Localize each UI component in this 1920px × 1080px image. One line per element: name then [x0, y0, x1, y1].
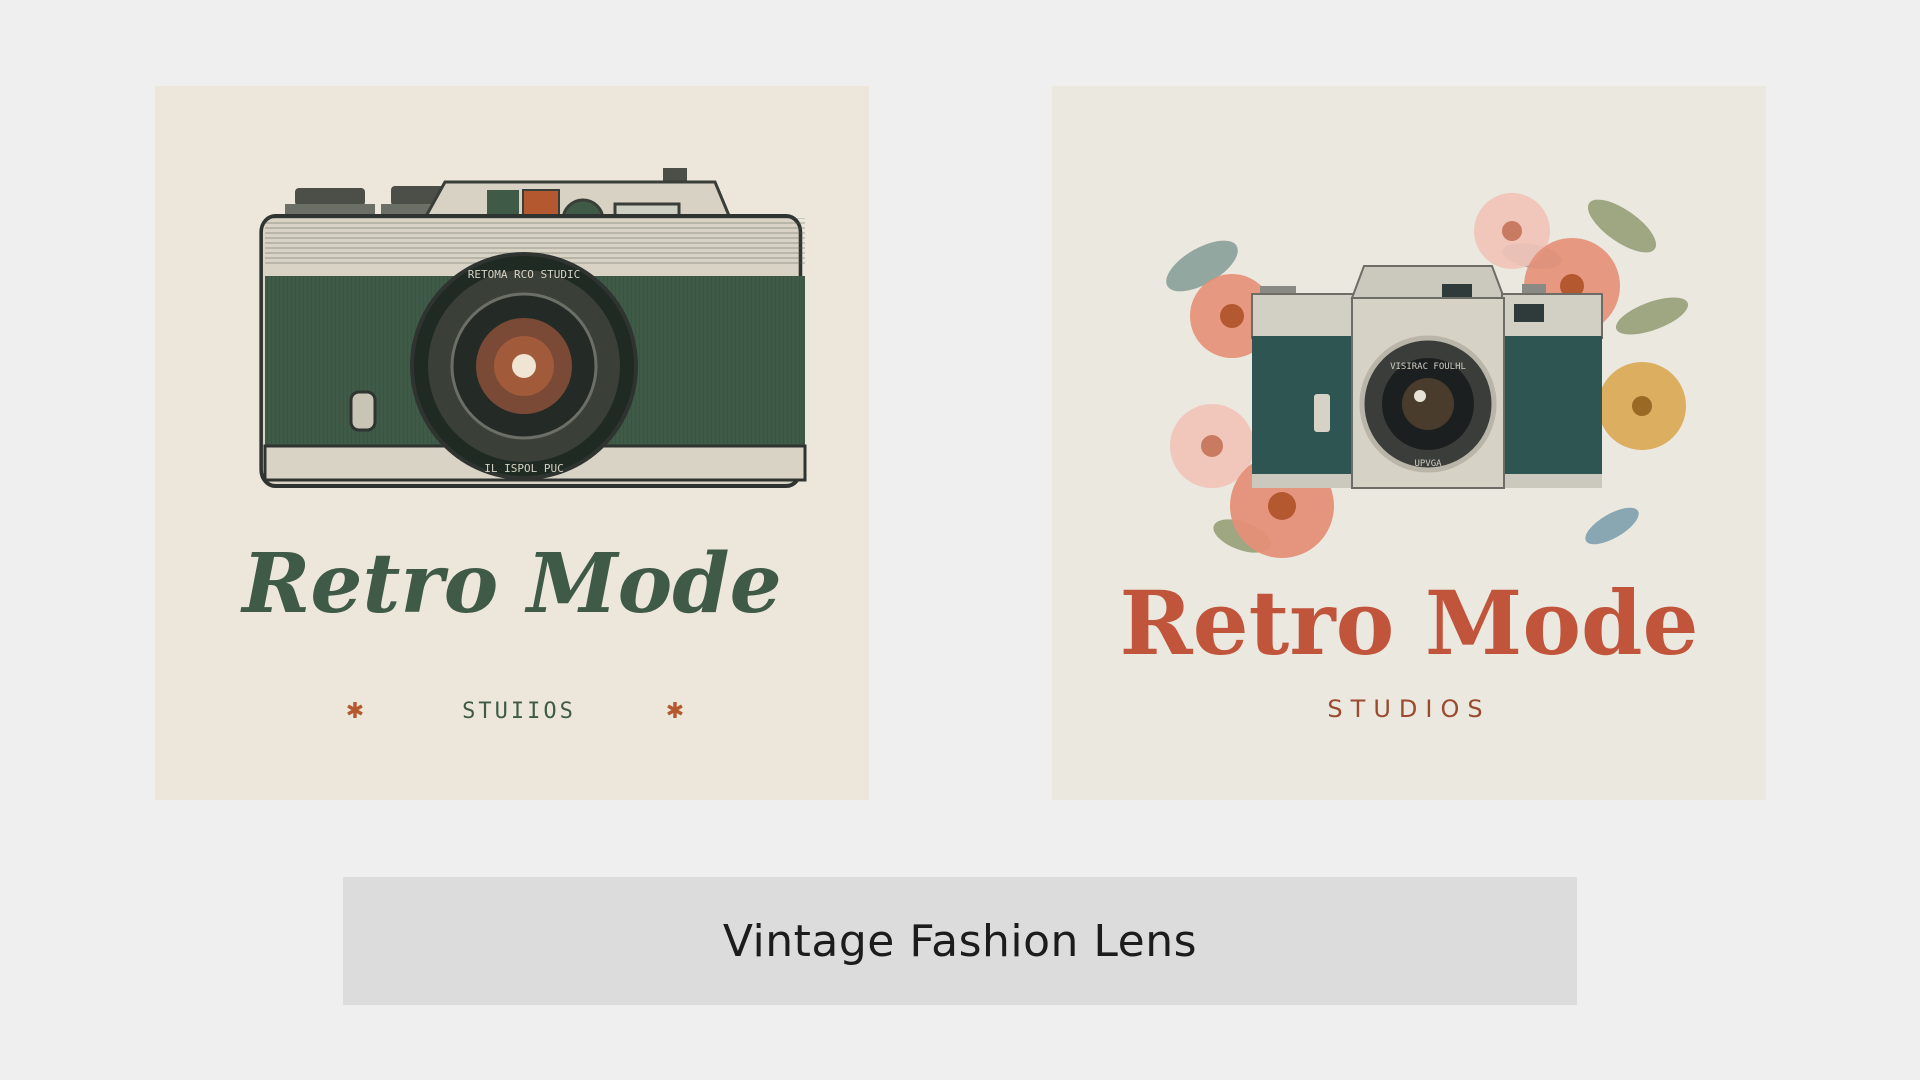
asterisk-left-icon: ✱ [346, 699, 364, 724]
logo-panel-floral: VISIRAC FOULHL UPVGA Retro Mode STUDIOS [1052, 86, 1766, 800]
camera-icon [1251, 265, 1603, 489]
logo-title-serif: Retro Mode [1119, 571, 1698, 675]
lens-ring-top-text: RETOMA RCO STUDIC [468, 268, 581, 281]
caption-bar: Vintage Fashion Lens [343, 877, 1577, 1005]
sketch-logo-artwork: RETOMA RCO STUDIC IL ISPOL PUC Retro Mod… [240, 168, 807, 724]
caption-text: Vintage Fashion Lens [722, 915, 1198, 967]
lens-ring-bottom-text: UPVGA [1414, 459, 1442, 469]
lens-ring-top-text: VISIRAC FOULHL [1390, 362, 1466, 372]
logo-subtitle: STUIIOS [462, 699, 576, 724]
logo-title-script: Retro Mode [240, 536, 782, 632]
logo-panel-sketch: RETOMA RCO STUDIC IL ISPOL PUC Retro Mod… [155, 86, 869, 800]
lens-ring-bottom-text: IL ISPOL PUC [484, 462, 563, 475]
logo-subtitle: STUDIOS [1327, 695, 1490, 723]
floral-logo-artwork: VISIRAC FOULHL UPVGA Retro Mode STUDIOS [1119, 193, 1699, 723]
asterisk-right-icon: ✱ [666, 699, 684, 724]
camera-icon [259, 168, 807, 488]
